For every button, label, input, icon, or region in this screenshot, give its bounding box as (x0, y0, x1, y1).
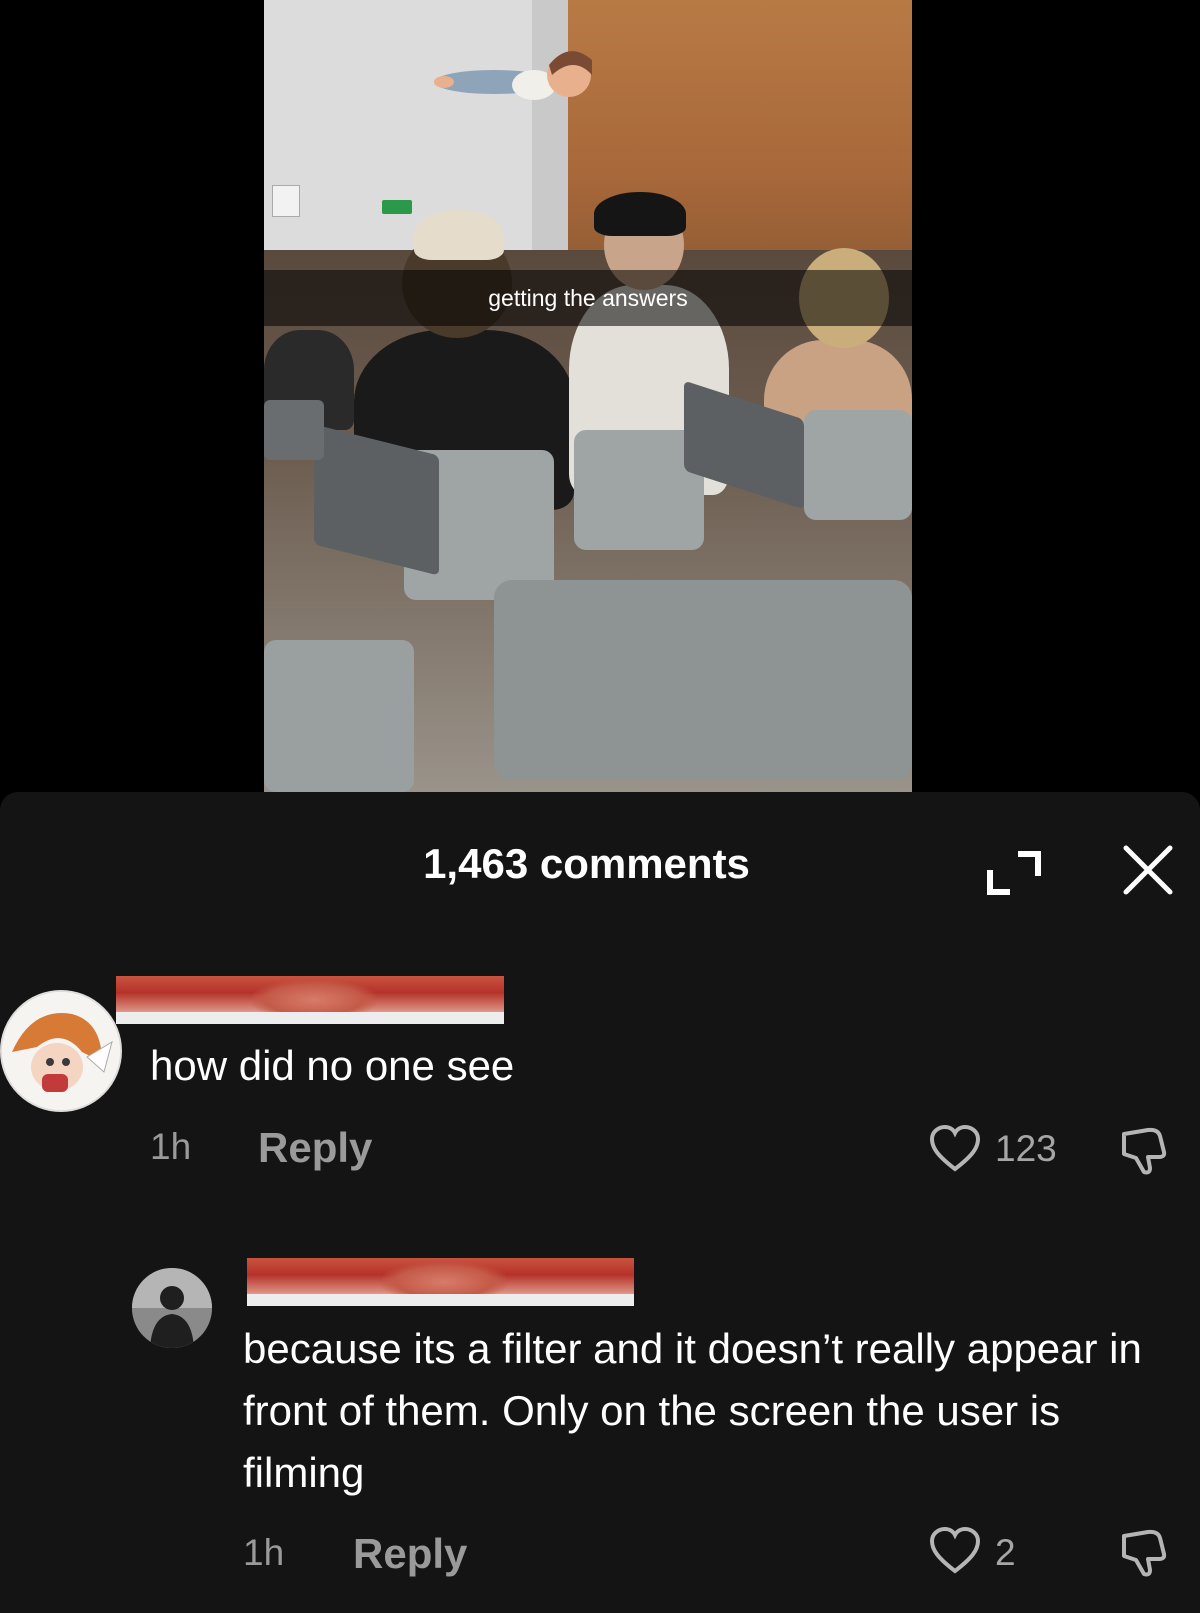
silhouette-avatar-image (132, 1268, 212, 1348)
dislike-icon[interactable] (1118, 1124, 1170, 1176)
chair-foreground-left (264, 640, 414, 792)
close-icon[interactable] (1118, 840, 1178, 900)
comment-text: how did no one see (150, 1042, 515, 1089)
dislike-icon[interactable] (1118, 1526, 1170, 1578)
heart-icon[interactable] (928, 1124, 982, 1174)
comment-time: 1h (243, 1532, 285, 1573)
expand-icon[interactable] (986, 848, 1042, 898)
video-player[interactable]: getting the answers (0, 0, 1200, 792)
avatar[interactable] (0, 990, 122, 1112)
reply-button[interactable]: Reply (353, 1530, 467, 1578)
like-count: 2 (995, 1532, 1016, 1573)
username-redacted[interactable] (116, 976, 504, 1024)
video-caption: getting the answers (488, 284, 688, 311)
beige-cap (414, 210, 504, 260)
chair-foreground (494, 580, 912, 780)
like-count: 123 (995, 1128, 1057, 1169)
video-caption-bar: getting the answers (264, 270, 912, 326)
avatar[interactable] (132, 1268, 212, 1348)
chair (804, 410, 912, 520)
heart-icon[interactable] (928, 1526, 982, 1576)
video-exit-sign (382, 200, 412, 214)
desk-arm (264, 400, 324, 460)
comment-text: because its a filter and it doesn’t real… (243, 1325, 1142, 1496)
reply-button[interactable]: Reply (258, 1124, 372, 1172)
black-cap (594, 192, 686, 236)
anime-avatar-image (2, 992, 120, 1110)
username-redacted[interactable] (247, 1258, 634, 1306)
comment-time: 1h (150, 1126, 192, 1167)
video-frame[interactable]: getting the answers (264, 0, 912, 792)
video-wall-switch (272, 185, 300, 217)
ar-avatar-filter (434, 51, 592, 100)
comments-header: 1,463 comments (0, 792, 1200, 912)
